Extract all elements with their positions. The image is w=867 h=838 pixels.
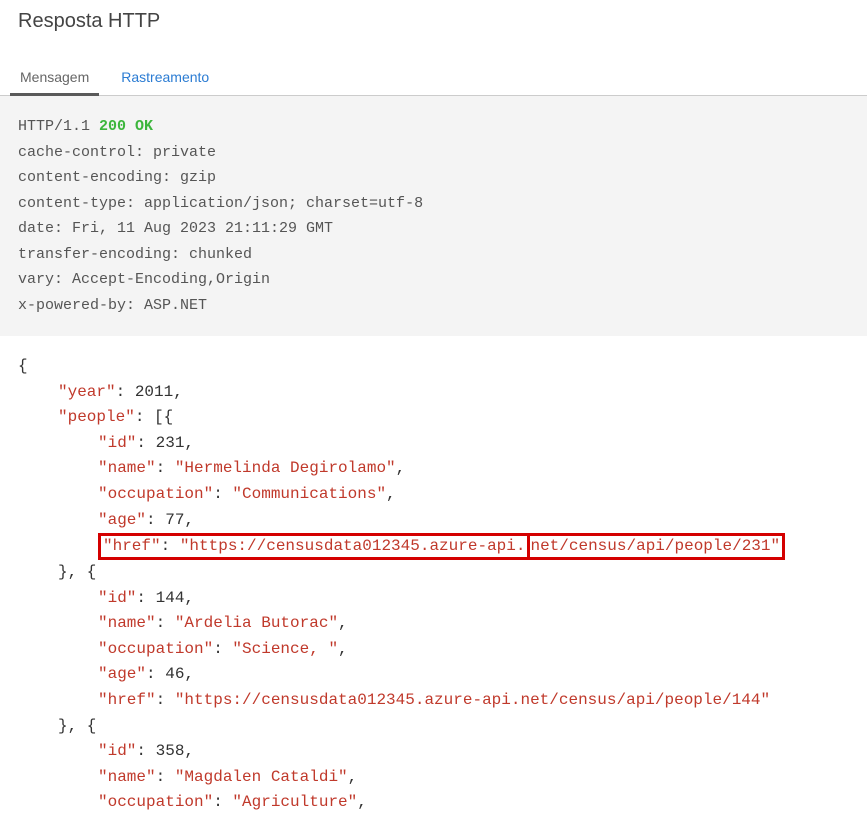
key-year: "year" [58, 383, 116, 401]
colon: : [136, 434, 155, 452]
key-age: "age" [98, 665, 146, 683]
close-open: }, { [58, 563, 96, 581]
href-highlight-left: "href": "https://censusdata012345.azure-… [98, 533, 530, 560]
key-id: "id" [98, 742, 136, 760]
http-status: 200 OK [99, 118, 153, 135]
key-age: "age" [98, 511, 146, 529]
key-id: "id" [98, 589, 136, 607]
key-name: "name" [98, 459, 156, 477]
tab-message[interactable]: Mensagem [18, 63, 91, 95]
val-occupation: "Agriculture" [232, 793, 357, 811]
colon: : [146, 665, 165, 683]
header-transfer-encoding: transfer-encoding: chunked [18, 246, 252, 263]
val-name: "Hermelinda Degirolamo" [175, 459, 396, 477]
comma: , [386, 485, 396, 503]
comma: , [184, 589, 194, 607]
comma: , [173, 383, 183, 401]
val-name: "Ardelia Butorac" [175, 614, 338, 632]
header-x-powered-by: x-powered-by: ASP.NET [18, 297, 207, 314]
colon: : [156, 768, 175, 786]
key-occupation: "occupation" [98, 793, 213, 811]
http-proto: HTTP/1.1 [18, 118, 99, 135]
val-occupation: "Science, " [232, 640, 338, 658]
colon: : [136, 589, 155, 607]
comma: , [184, 742, 194, 760]
key-occupation: "occupation" [98, 640, 213, 658]
href-highlight-right: net/census/api/people/231" [528, 533, 785, 560]
val-href: "https://censusdata012345.azure-api.net/… [175, 691, 770, 709]
colon: : [213, 640, 232, 658]
colon: : [156, 691, 175, 709]
key-id: "id" [98, 434, 136, 452]
tabs: Mensagem Rastreamento [0, 39, 867, 96]
key-occupation: "occupation" [98, 485, 213, 503]
colon: : [136, 742, 155, 760]
key-people: "people" [58, 408, 135, 426]
val-name: "Magdalen Cataldi" [175, 768, 348, 786]
close-open: }, { [58, 717, 96, 735]
val-id: 231 [156, 434, 185, 452]
comma: , [338, 640, 348, 658]
comma: , [357, 793, 367, 811]
colon: : [161, 537, 180, 555]
colon: : [135, 408, 154, 426]
key-href: "href" [98, 691, 156, 709]
comma: , [184, 434, 194, 452]
colon: : [156, 614, 175, 632]
val-id: 358 [156, 742, 185, 760]
colon: : [213, 485, 232, 503]
header-cache-control: cache-control: private [18, 144, 216, 161]
colon: : [156, 459, 175, 477]
val-id: 144 [156, 589, 185, 607]
key-name: "name" [98, 768, 156, 786]
colon: : [146, 511, 165, 529]
header-vary: vary: Accept-Encoding,Origin [18, 271, 270, 288]
val-occupation: "Communications" [232, 485, 386, 503]
val-href-right: net/census/api/people/231" [530, 537, 780, 555]
comma: , [348, 768, 358, 786]
key-href: "href" [103, 537, 161, 555]
json-body: { "year": 2011, "people": [{ "id": 231, … [8, 344, 859, 826]
header-content-encoding: content-encoding: gzip [18, 169, 216, 186]
colon: : [213, 793, 232, 811]
page-title: Resposta HTTP [0, 0, 867, 39]
header-content-type: content-type: application/json; charset=… [18, 195, 423, 212]
comma: , [184, 511, 194, 529]
val-href-left: "https://censusdata012345.azure-api. [180, 537, 526, 555]
key-name: "name" [98, 614, 156, 632]
val-year: 2011 [135, 383, 173, 401]
brace-open: { [18, 357, 28, 375]
val-age: 46 [165, 665, 184, 683]
comma: , [396, 459, 406, 477]
colon: : [116, 383, 135, 401]
comma: , [338, 614, 348, 632]
tab-trace[interactable]: Rastreamento [119, 63, 211, 95]
comma: , [184, 665, 194, 683]
header-date: date: Fri, 11 Aug 2023 21:11:29 GMT [18, 220, 333, 237]
open-array: [{ [154, 408, 173, 426]
http-headers: HTTP/1.1 200 OK cache-control: private c… [0, 96, 867, 336]
val-age: 77 [165, 511, 184, 529]
